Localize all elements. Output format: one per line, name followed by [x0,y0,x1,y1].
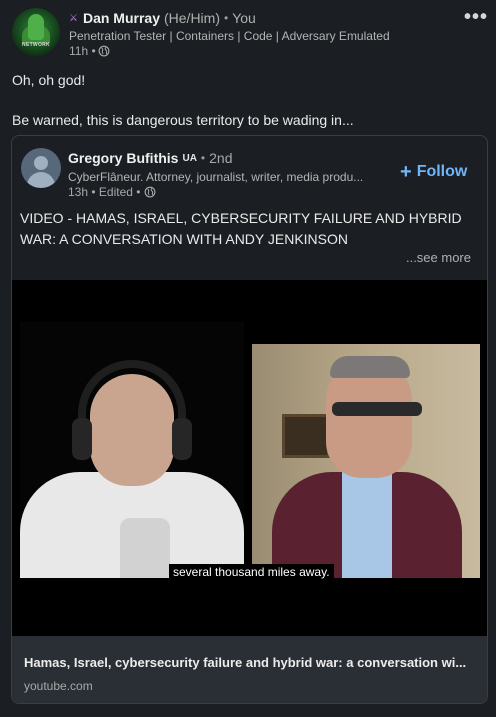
globe-icon [145,186,156,198]
video-participant-left [20,322,244,578]
shared-author-headline: CyberFlâneur. Attorney, journalist, writ… [68,170,364,184]
avatar-logo-text: NETWORK [22,42,50,48]
connection-degree: 2nd [209,150,233,166]
feed-post: NETWORK ⚔ Dan Murray (He/Him) • You Pene… [0,0,496,717]
separator-dot: • [200,151,206,165]
video-player[interactable]: several thousand miles away. [12,280,487,636]
author-avatar[interactable]: NETWORK [12,8,60,56]
shared-post-meta: 13h • Edited • [68,185,156,199]
shared-author-name-row: Gregory Bufithis UA • 2nd [68,150,232,166]
author-relation: You [232,10,256,26]
separator-dot: • [224,11,229,25]
post-text-line: Be warned, this is dangerous territory t… [12,112,354,128]
shared-author-avatar[interactable] [21,148,61,188]
post-body: Oh, oh god! Be warned, this is dangerous… [12,70,354,130]
see-more-link[interactable]: ...see more [406,250,471,265]
author-name[interactable]: Dan Murray [83,10,160,26]
shared-author-flag: UA [182,152,197,164]
picture-frame [282,414,330,458]
globe-icon [98,45,110,57]
follow-button[interactable]: + Follow [400,162,467,182]
microphone-icon [120,518,170,578]
author-name-row: ⚔ Dan Murray (He/Him) • You [69,9,256,27]
link-domain: youtube.com [24,679,93,693]
author-headline: Penetration Tester | Containers | Code |… [69,29,390,43]
crossed-swords-icon: ⚔ [69,12,78,24]
plus-icon: + [400,161,412,183]
video-participant-right [252,344,480,578]
link-title[interactable]: Hamas, Israel, cybersecurity failure and… [24,655,476,670]
video-caption: several thousand miles away. [169,564,334,580]
follow-label: Follow [416,163,468,180]
post-text-line: Oh, oh god! [12,72,86,88]
more-options-icon[interactable]: ••• [464,6,488,29]
author-pronouns: (He/Him) [164,10,220,26]
post-meta: 11h • [69,44,110,58]
shared-post-time: 13h • Edited • [68,185,141,199]
shared-post-text: VIDEO - HAMAS, ISRAEL, CYBERSECURITY FAI… [20,210,462,247]
link-preview[interactable]: Hamas, Israel, cybersecurity failure and… [12,636,487,703]
post-time: 11h • [69,44,96,58]
headphones-icon [78,360,186,450]
shared-author-name[interactable]: Gregory Bufithis [68,150,178,166]
shared-post-card: Gregory Bufithis UA • 2nd CyberFlâneur. … [11,135,488,704]
